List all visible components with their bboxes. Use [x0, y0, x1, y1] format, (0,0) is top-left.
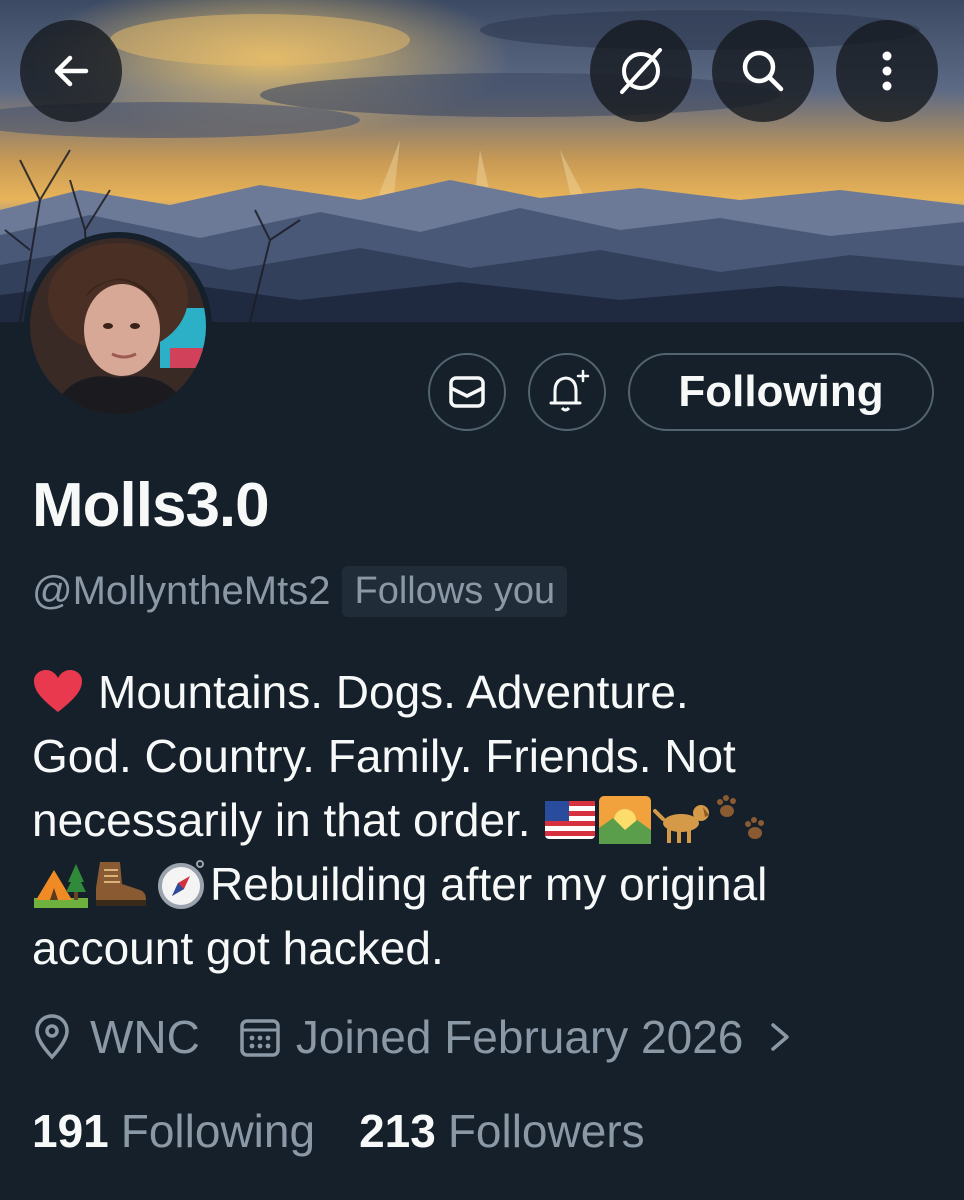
profile-stats: 191 Following 213 Followers — [32, 1104, 645, 1158]
handle-row: @MollyntheMts2 Follows you — [32, 566, 568, 617]
grok-button[interactable] — [590, 20, 692, 122]
notify-button[interactable] — [528, 353, 606, 431]
bio-line: Rebuilding after my original — [32, 852, 932, 916]
following-stat[interactable]: 191 Following — [32, 1104, 315, 1158]
more-button[interactable] — [836, 20, 938, 122]
bio-line: Mountains. Dogs. Adventure. — [32, 660, 932, 724]
bio-line: God. Country. Family. Friends. Not — [32, 724, 932, 788]
display-name: Molls3.0 — [32, 471, 270, 540]
message-button[interactable] — [428, 353, 506, 431]
bio-line: necessarily in that order. — [32, 788, 932, 852]
chevron-right-icon[interactable] — [765, 1017, 795, 1057]
bio-text-3: necessarily in that order. — [32, 794, 531, 846]
following-button[interactable]: Following — [628, 353, 934, 431]
bio-text-5: account got hacked. — [32, 922, 444, 974]
bell-plus-icon — [549, 369, 590, 412]
avatar-frame[interactable] — [24, 232, 212, 420]
follows-you-badge: Follows you — [342, 566, 568, 617]
profile-handle: @MollyntheMts2 — [32, 569, 331, 613]
location-pin-icon — [35, 1014, 69, 1060]
heart-icon — [34, 670, 82, 712]
mail-icon — [449, 376, 485, 408]
followers-label: Followers — [447, 1105, 645, 1157]
sunrise-mountains-icon — [598, 796, 651, 844]
calendar-icon — [240, 1019, 280, 1057]
search-icon — [742, 50, 784, 92]
us-flag-icon — [544, 801, 595, 839]
bio-text-4: Rebuilding after my original — [210, 858, 768, 910]
bio-text-1: Mountains. Dogs. Adventure. — [98, 666, 689, 718]
bio-text-2: God. Country. Family. Friends. Not — [32, 730, 736, 782]
search-button[interactable] — [712, 20, 814, 122]
location-text: WNC — [90, 1011, 200, 1063]
compass-icon — [158, 860, 204, 909]
hiking-boot-icon — [96, 862, 146, 906]
following-count: 191 — [32, 1105, 109, 1157]
avatar — [30, 238, 206, 414]
profile-meta: WNC Joined February 2026 — [32, 1010, 795, 1064]
back-button[interactable] — [20, 20, 122, 122]
followers-stat[interactable]: 213 Followers — [359, 1104, 645, 1158]
following-label: Following — [120, 1105, 316, 1157]
bio-line: account got hacked. — [32, 916, 932, 980]
arrow-left-icon — [54, 55, 89, 87]
dog-icon — [652, 805, 709, 843]
grok-icon — [620, 48, 662, 94]
profile-bio: Mountains. Dogs. Adventure. God. Country… — [32, 660, 932, 980]
more-vertical-icon — [882, 51, 892, 91]
followers-count: 213 — [359, 1105, 436, 1157]
joined-date: Joined February 2026 — [295, 1011, 744, 1063]
camping-icon — [34, 864, 88, 908]
paw-prints-icon — [716, 795, 764, 839]
